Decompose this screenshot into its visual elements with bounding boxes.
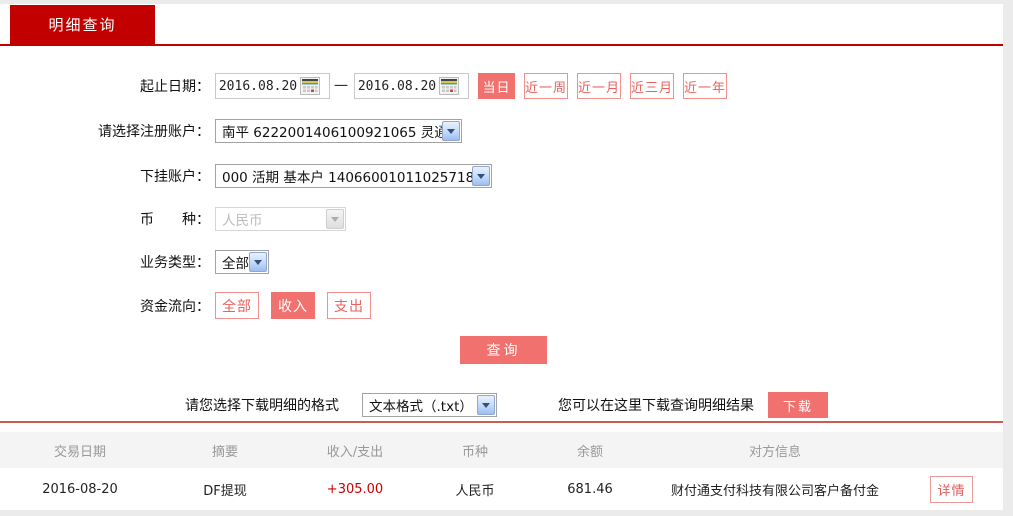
cell-counterparty: 财付通支付科技有限公司客户备付金 [670, 483, 879, 499]
header-counterparty: 对方信息 [748, 444, 801, 460]
sub-account-value: 000 活期 基本户 1406600101102571848 [222, 170, 472, 186]
range-button-last-3-months[interactable]: 近三月 [630, 73, 674, 99]
sub-account-label: 下挂账户： [140, 169, 210, 185]
date-range-label: 起止日期： [140, 79, 210, 95]
business-type-row: 业务类型： 全部 [0, 250, 269, 274]
tab-underline [0, 44, 1003, 46]
calendar-icon[interactable] [439, 77, 459, 95]
start-date-field[interactable] [215, 73, 330, 99]
range-button-last-month[interactable]: 近一月 [577, 73, 621, 99]
download-row: 请您选择下载明细的格式 文本格式（.txt） 您可以在这里下载查询明细结果 下载 [0, 392, 1003, 418]
cell-balance: 681.46 [567, 481, 613, 497]
download-format-value: 文本格式（.txt） [369, 399, 473, 415]
header-trade-date: 交易日期 [53, 444, 106, 460]
chevron-down-icon[interactable] [477, 395, 495, 415]
currency-select: 人民币 [215, 207, 346, 231]
content-panel: 明细查询 起止日期： 一 [0, 4, 1003, 510]
fund-flow-label: 资金流向： [140, 298, 210, 315]
table-row: 2016-08-20 DF提现 +305.00 人民币 681.46 财付通支付… [0, 468, 1003, 510]
download-button[interactable]: 下载 [768, 392, 828, 418]
chevron-down-icon[interactable] [442, 121, 460, 141]
fund-flow-row: 资金流向： 全部 收入 支出 [0, 292, 371, 319]
end-date-field[interactable] [354, 73, 469, 99]
calendar-icon[interactable] [300, 77, 320, 95]
table-header: 交易日期 摘要 收入/支出 币种 余额 对方信息 [0, 432, 1003, 468]
cell-amount: +305.00 [326, 481, 384, 497]
header-summary: 摘要 [211, 444, 238, 460]
range-button-last-week[interactable]: 近一周 [524, 73, 568, 99]
chevron-down-icon [326, 209, 344, 229]
download-format-select[interactable]: 文本格式（.txt） [362, 393, 497, 417]
register-account-select[interactable]: 南平 6222001406100921065 灵通卡 [215, 119, 462, 143]
header-balance: 余额 [576, 444, 603, 460]
table-separator-line [0, 421, 1003, 423]
start-date-input[interactable] [216, 75, 300, 97]
fund-flow-all-button[interactable]: 全部 [215, 292, 259, 319]
fund-flow-income-button[interactable]: 收入 [271, 292, 315, 319]
query-button[interactable]: 查询 [460, 336, 547, 364]
tab-detail-query[interactable]: 明细查询 [10, 5, 155, 44]
register-account-row: 请选择注册账户： 南平 6222001406100921065 灵通卡 [0, 119, 462, 143]
currency-row: 币 种： 人民币 [0, 207, 346, 231]
cell-summary: DF提现 [203, 483, 247, 499]
currency-value: 人民币 [222, 213, 263, 229]
business-type-label: 业务类型： [140, 255, 210, 271]
chevron-down-icon[interactable] [249, 252, 267, 272]
range-button-last-year[interactable]: 近一年 [683, 73, 727, 99]
business-type-value: 全部 [222, 256, 249, 272]
chevron-down-icon[interactable] [472, 166, 490, 186]
sub-account-row: 下挂账户： 000 活期 基本户 1406600101102571848 [0, 164, 492, 188]
cell-trade-date: 2016-08-20 [42, 481, 118, 497]
detail-button[interactable]: 详情 [930, 475, 973, 503]
cell-currency: 人民币 [455, 483, 495, 499]
register-account-value: 南平 6222001406100921065 灵通卡 [222, 125, 442, 141]
download-format-label: 请您选择下载明细的格式 [185, 398, 339, 414]
header-currency: 币种 [461, 444, 488, 460]
range-button-today[interactable]: 当日 [478, 73, 515, 99]
fund-flow-expense-button[interactable]: 支出 [327, 292, 371, 319]
header-income-expense: 收入/支出 [326, 444, 384, 460]
date-range-row: 起止日期： 一 [0, 73, 727, 99]
date-separator: 一 [334, 79, 348, 95]
end-date-input[interactable] [355, 75, 439, 97]
download-hint: 您可以在这里下载查询明细结果 [558, 398, 754, 414]
sub-account-select[interactable]: 000 活期 基本户 1406600101102571848 [215, 164, 492, 188]
register-account-label: 请选择注册账户： [98, 124, 210, 140]
business-type-select[interactable]: 全部 [215, 250, 269, 274]
currency-label: 币 种： [140, 212, 210, 228]
